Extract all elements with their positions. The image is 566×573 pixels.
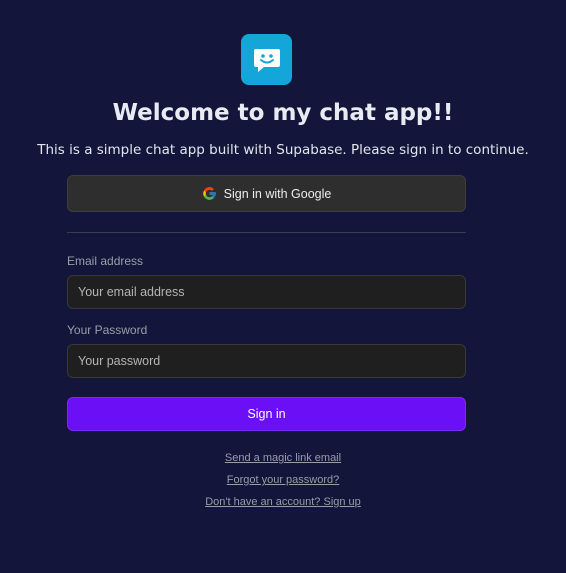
page-title: Welcome to my chat app!! [112,100,454,126]
auth-page: Welcome to my chat app!! This is a simpl… [0,0,566,573]
magic-link-link[interactable]: Send a magic link email [225,452,341,464]
google-signin-button[interactable]: Sign in with Google [67,175,466,212]
google-icon [202,187,216,200]
signin-button[interactable]: Sign in [67,397,466,431]
sign-up-row: Don't have an account? Sign up [0,495,566,509]
sign-up-link[interactable]: Don't have an account? Sign up [205,496,361,508]
forgot-password-link[interactable]: Forgot your password? [227,474,340,486]
password-label: Your Password [67,323,148,337]
divider [67,232,466,233]
email-field[interactable] [67,275,466,309]
magic-link-row: Send a magic link email [0,451,566,465]
google-signin-label: Sign in with Google [223,186,332,201]
email-label: Email address [67,254,144,268]
forgot-password-row: Forgot your password? [0,473,566,487]
app-logo [241,34,292,85]
page-subtitle: This is a simple chat app built with Sup… [37,142,529,158]
password-field[interactable] [67,344,466,378]
chat-bubble-smile-icon [253,48,280,72]
